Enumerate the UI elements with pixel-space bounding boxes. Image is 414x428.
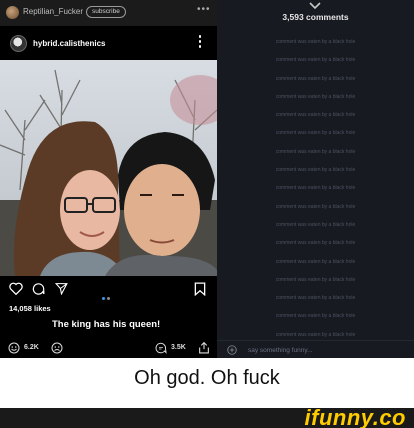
comment-item[interactable]: comment was eaten by a black hole	[217, 234, 414, 252]
ig-more-icon[interactable]	[198, 35, 202, 51]
smile-count: 6.2K	[24, 344, 39, 351]
share-icon-2[interactable]	[198, 341, 210, 354]
post-stats: 6.2K 3.5K	[0, 338, 217, 358]
comment-icon[interactable]	[32, 282, 45, 295]
ig-avatar[interactable]	[10, 35, 27, 52]
comment-item[interactable]: comment was eaten by a black hole	[217, 198, 414, 216]
meme-caption-band: Oh god. Oh fuck	[0, 358, 414, 408]
more-options-icon[interactable]: •••	[197, 4, 211, 15]
meme-caption: Oh god. Oh fuck	[134, 367, 280, 389]
couple-photo	[0, 60, 217, 276]
comment-item[interactable]: comment was eaten by a black hole	[217, 143, 414, 161]
comment-item[interactable]: comment was eaten by a black hole	[217, 289, 414, 307]
smile-icon[interactable]	[8, 342, 20, 354]
ifunny-logo: ifunny.co	[304, 405, 406, 428]
reply-input[interactable]: say something funny...	[248, 347, 313, 354]
comments-panel: 3,593 comments comment was eaten by a bl…	[217, 0, 414, 358]
comment-item[interactable]: comment was eaten by a black hole	[217, 179, 414, 197]
comment-item[interactable]: comment was eaten by a black hole	[217, 70, 414, 88]
comments-count-title: 3,593 comments	[282, 12, 349, 22]
comment-item[interactable]: comment was eaten by a black hole	[217, 51, 414, 69]
comment-item[interactable]: comment was eaten by a black hole	[217, 106, 414, 124]
comment-item[interactable]: comment was eaten by a black hole	[217, 216, 414, 234]
ig-username[interactable]: hybrid.calisthenics	[33, 39, 105, 48]
post-caption: The king has his queen!	[52, 319, 161, 330]
chevron-down-icon[interactable]	[309, 2, 321, 10]
ig-post-header: hybrid.calisthenics	[0, 26, 217, 60]
share-icon[interactable]	[55, 282, 68, 295]
comment-item[interactable]: comment was eaten by a black hole	[217, 253, 414, 271]
comment-item[interactable]: comment was eaten by a black hole	[217, 271, 414, 289]
comment-item[interactable]: comment was eaten by a black hole	[217, 124, 414, 142]
author-username[interactable]: Reptilian_Fucker	[23, 7, 83, 16]
comment-count: 3.5K	[171, 344, 186, 351]
heart-icon[interactable]	[9, 282, 23, 295]
comment-list: comment was eaten by a black hole comment…	[217, 33, 414, 344]
bookmark-icon[interactable]	[194, 282, 206, 296]
top-bar: Reptilian_Fucker subscribe •••	[0, 0, 217, 26]
carousel-dots	[102, 287, 112, 305]
add-attachment-icon[interactable]	[227, 345, 237, 355]
post-photo[interactable]	[0, 60, 217, 276]
comment-item[interactable]: comment was eaten by a black hole	[217, 307, 414, 325]
comment-item[interactable]: comment was eaten by a black hole	[217, 33, 414, 51]
author-avatar[interactable]	[6, 6, 19, 19]
comment-item[interactable]: comment was eaten by a black hole	[217, 161, 414, 179]
reply-bar[interactable]: say something funny...	[217, 340, 414, 358]
watermark-footer: ifunny.co	[0, 405, 414, 428]
comment-item[interactable]: comment was eaten by a black hole	[217, 88, 414, 106]
unsmile-icon[interactable]	[51, 342, 63, 354]
comments-icon[interactable]	[155, 342, 167, 354]
likes-count: 14,058 likes	[9, 304, 51, 313]
subscribe-button[interactable]: subscribe	[86, 6, 126, 18]
post-panel: Reptilian_Fucker subscribe ••• hybrid.ca…	[0, 0, 217, 358]
